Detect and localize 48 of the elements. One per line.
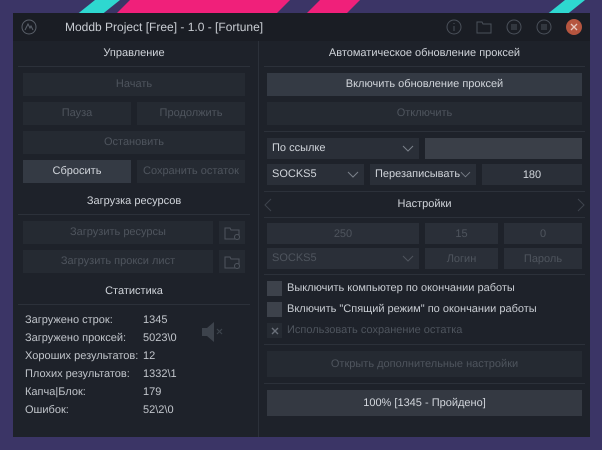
section-title: Статистика: [105, 284, 163, 300]
stat-label: Хороших результатов:: [25, 348, 140, 364]
stat-value: 179: [143, 384, 162, 400]
input-field[interactable]: 180: [482, 164, 582, 185]
speaker-icon[interactable]: [200, 321, 225, 343]
chevron-down-icon: [460, 171, 471, 178]
stat-label: Загружено проксей:: [25, 330, 128, 346]
folder-button[interactable]: [219, 221, 245, 244]
section-title: Управление: [103, 46, 165, 62]
stat-value: 5023\0: [143, 330, 177, 346]
dropdown[interactable]: Перезаписывать: [370, 164, 476, 185]
chevron-down-icon: [402, 255, 414, 262]
stat-label: Плохих результатов:: [25, 366, 131, 382]
folder-button[interactable]: [219, 250, 245, 273]
checkbox[interactable]: [267, 302, 282, 317]
folder-icon: [224, 254, 240, 268]
button[interactable]: Сбросить: [23, 160, 131, 183]
chevron-down-icon: [347, 171, 359, 178]
chevron-right-icon[interactable]: [577, 198, 585, 212]
cross-icon: [270, 326, 278, 334]
checkbox-label: Выключить компьютер по окончании работы: [287, 281, 515, 296]
stat-label: Ошибок:: [25, 402, 70, 418]
stat-value: 1345: [143, 312, 168, 328]
dropdown[interactable]: По ссылке: [267, 138, 419, 159]
section-title: Загрузка ресурсов: [86, 194, 182, 210]
stat-value: 52\2\0: [143, 402, 174, 418]
logo-icon: [21, 19, 37, 35]
window-title: Moddb Project [Free] - 1.0 - [Fortune]: [65, 19, 264, 36]
stat-label: Загружено строк:: [25, 312, 114, 328]
info-icon[interactable]: [446, 19, 462, 35]
dropdown[interactable]: SOCKS5: [267, 164, 364, 185]
stat-value: 12: [143, 348, 156, 364]
chevron-down-icon: [402, 145, 414, 152]
folder-icon[interactable]: [476, 20, 492, 34]
button[interactable]: Включить обновление проксей: [267, 73, 582, 96]
checkbox-label: Включить "Спящий режим" по окончании работы: [287, 302, 537, 318]
section-title: Автоматическое обновление проксей: [328, 46, 520, 62]
url-field[interactable]: [425, 138, 582, 159]
progress-label: 100% [1345 - Пройдено]: [362, 396, 487, 411]
checkbox[interactable]: [267, 281, 282, 296]
stat-label: Капча|Блок:: [25, 384, 87, 400]
folder-icon: [224, 226, 240, 240]
section-title: Настройки: [398, 197, 452, 212]
stat-value: 1332\1: [143, 366, 177, 382]
chevron-left-icon[interactable]: [264, 198, 272, 212]
list-icon[interactable]: [506, 19, 522, 35]
close-icon[interactable]: [566, 19, 582, 35]
menu-icon[interactable]: [536, 19, 552, 35]
